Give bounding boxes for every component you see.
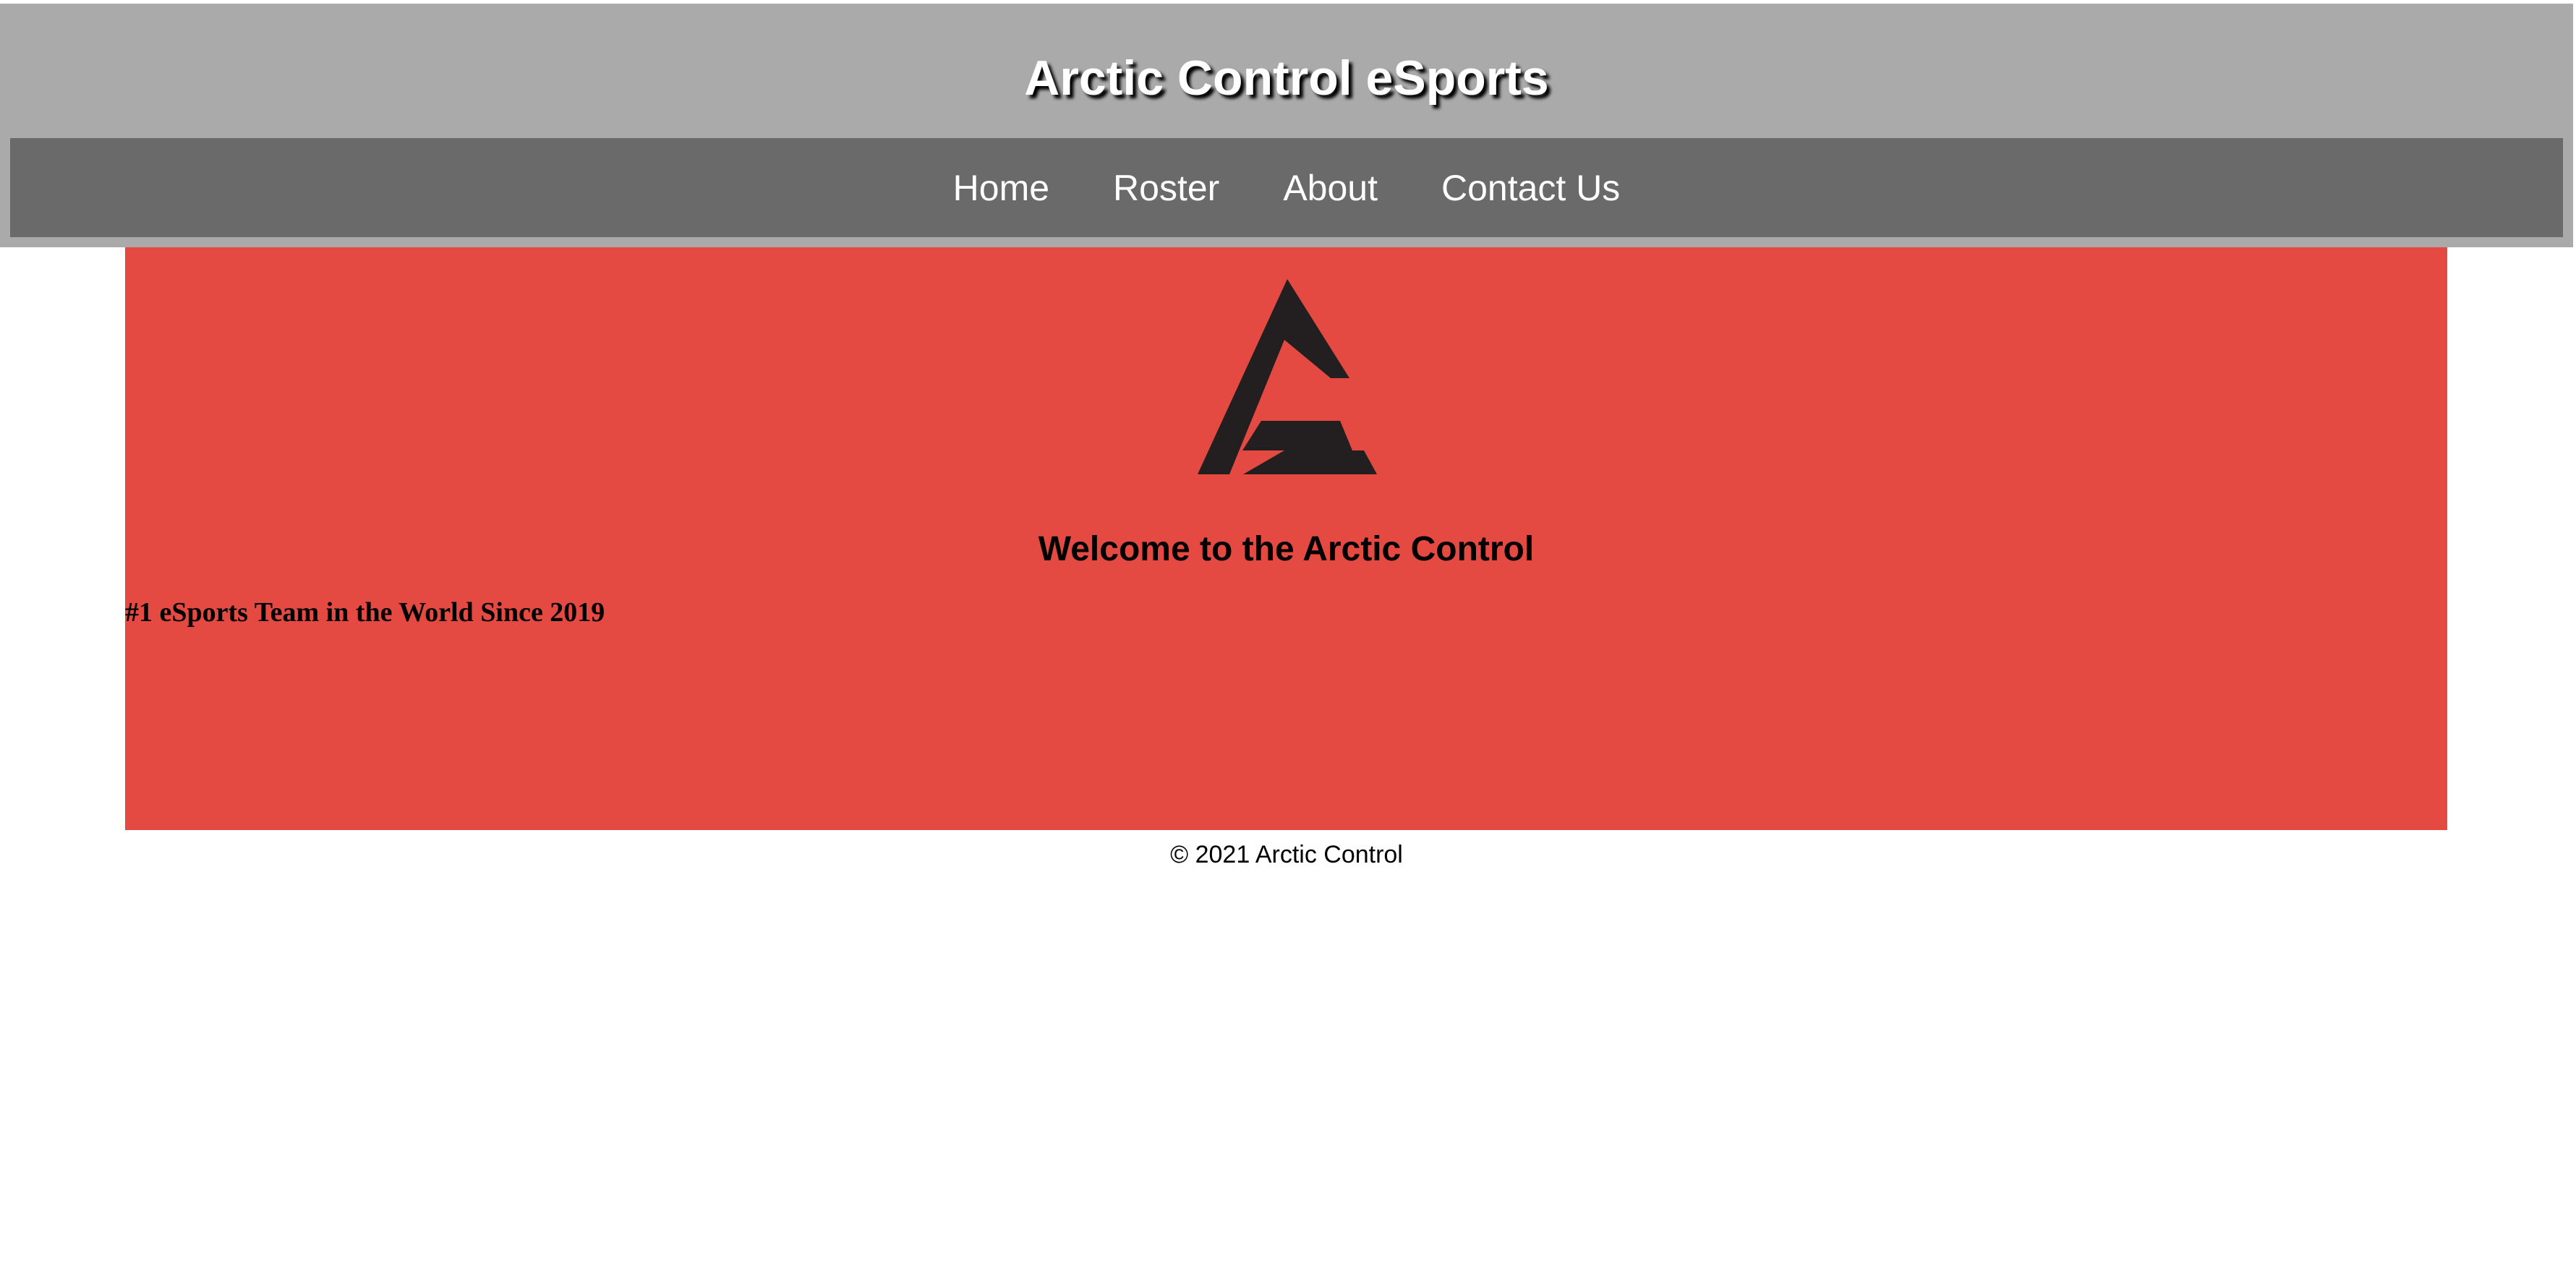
hero-heading: Welcome to the Arctic Control <box>1038 530 1535 568</box>
nav-link-roster[interactable]: Roster <box>1113 170 1219 206</box>
hero-tagline: #1 eSports Team in the World Since 2019 <box>125 597 605 628</box>
site-header: Arctic Control eSports Home Roster About… <box>0 4 2573 247</box>
arctic-control-logo-icon <box>1198 279 1377 474</box>
site-title: Arctic Control eSports <box>1024 51 1549 106</box>
nav-link-about[interactable]: About <box>1283 170 1378 206</box>
page: Arctic Control eSports Home Roster About… <box>0 0 2576 1274</box>
copyright-text: © 2021 Arctic Control <box>1170 841 1403 868</box>
main-nav: Home Roster About Contact Us <box>10 138 2563 237</box>
hero-section: Welcome to the Arctic Control #1 eSports… <box>125 247 2447 830</box>
nav-link-contact-us[interactable]: Contact Us <box>1441 170 1620 206</box>
nav-link-home[interactable]: Home <box>953 170 1049 206</box>
site-footer: © 2021 Arctic Control <box>0 839 2573 871</box>
